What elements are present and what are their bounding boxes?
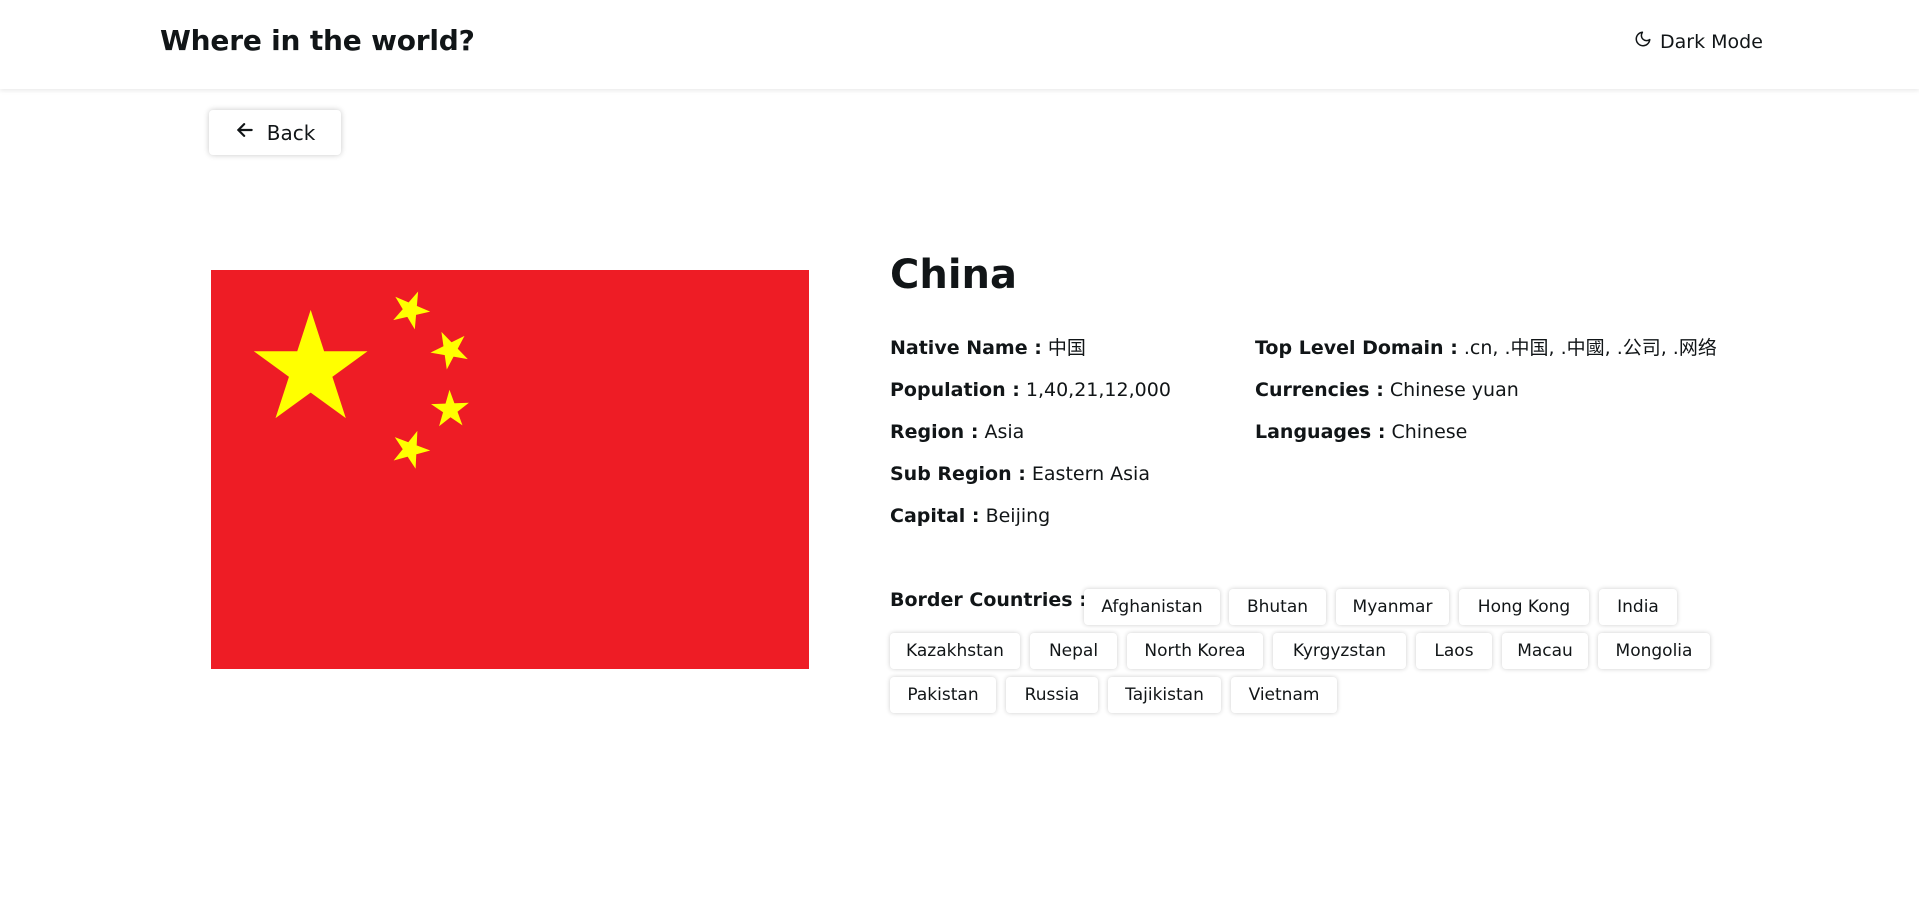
- top-level-domain-row: Top Level Domain : .cn, .中国, .中國, .公司, .…: [1255, 332, 1717, 374]
- detail-value: Chinese: [1391, 421, 1468, 443]
- country-name: China: [890, 252, 1018, 298]
- border-country-chip[interactable]: India: [1599, 589, 1677, 625]
- detail-label: Region :: [890, 421, 979, 443]
- border-country-chip[interactable]: Kazakhstan: [890, 633, 1020, 669]
- dark-mode-label: Dark Mode: [1660, 30, 1763, 53]
- detail-label: Languages :: [1255, 421, 1386, 443]
- border-country-chip[interactable]: Tajikistan: [1108, 677, 1221, 713]
- back-button-label: Back: [266, 120, 316, 145]
- detail-value: .cn, .中国, .中國, .公司, .网络: [1463, 337, 1717, 359]
- border-country-chip[interactable]: Laos: [1416, 633, 1492, 669]
- capital-row: Capital : Beijing: [890, 500, 1171, 542]
- population-row: Population : 1,40,21,12,000: [890, 374, 1171, 416]
- dark-mode-toggle[interactable]: Dark Mode: [1634, 30, 1763, 53]
- country-flag: [211, 270, 809, 669]
- border-country-chip[interactable]: Pakistan: [890, 677, 996, 713]
- arrow-left-icon: [235, 120, 255, 145]
- details-left: Native Name : 中国 Population : 1,40,21,12…: [890, 332, 1171, 542]
- languages-row: Languages : Chinese: [1255, 416, 1717, 458]
- detail-value: 1,40,21,12,000: [1025, 379, 1171, 401]
- app-title: Where in the world?: [160, 24, 475, 57]
- detail-label: Native Name :: [890, 337, 1042, 359]
- border-country-chip[interactable]: Bhutan: [1229, 589, 1326, 625]
- detail-value: Eastern Asia: [1031, 463, 1150, 485]
- detail-label: Currencies :: [1255, 379, 1384, 401]
- detail-label: Population :: [890, 379, 1020, 401]
- detail-label: Top Level Domain :: [1255, 337, 1458, 359]
- border-country-chip[interactable]: Afghanistan: [1084, 589, 1220, 625]
- china-flag-icon: [211, 270, 809, 669]
- detail-value: Chinese yuan: [1389, 379, 1519, 401]
- border-country-chip[interactable]: Russia: [1006, 677, 1098, 713]
- border-countries-label: Border Countries :: [890, 589, 1087, 611]
- region-row: Region : Asia: [890, 416, 1171, 458]
- border-country-chip[interactable]: North Korea: [1127, 633, 1263, 669]
- native-name-row: Native Name : 中国: [890, 332, 1171, 374]
- detail-value: Asia: [984, 421, 1025, 443]
- detail-value: Beijing: [985, 505, 1051, 527]
- border-country-chip[interactable]: Kyrgyzstan: [1273, 633, 1406, 669]
- currencies-row: Currencies : Chinese yuan: [1255, 374, 1717, 416]
- detail-value: 中国: [1047, 337, 1086, 359]
- sub-region-row: Sub Region : Eastern Asia: [890, 458, 1171, 500]
- moon-icon: [1634, 30, 1652, 53]
- border-country-chip[interactable]: Hong Kong: [1459, 589, 1589, 625]
- border-country-chip[interactable]: Myanmar: [1336, 589, 1449, 625]
- border-country-chip[interactable]: Macau: [1502, 633, 1588, 669]
- border-country-chip[interactable]: Nepal: [1030, 633, 1117, 669]
- back-button[interactable]: Back: [209, 110, 341, 155]
- details-right: Top Level Domain : .cn, .中国, .中國, .公司, .…: [1255, 332, 1717, 458]
- detail-label: Capital :: [890, 505, 980, 527]
- border-country-chip[interactable]: Mongolia: [1598, 633, 1710, 669]
- site-header: Where in the world? Dark Mode: [0, 0, 1919, 89]
- border-country-chip[interactable]: Vietnam: [1231, 677, 1337, 713]
- detail-label: Sub Region :: [890, 463, 1026, 485]
